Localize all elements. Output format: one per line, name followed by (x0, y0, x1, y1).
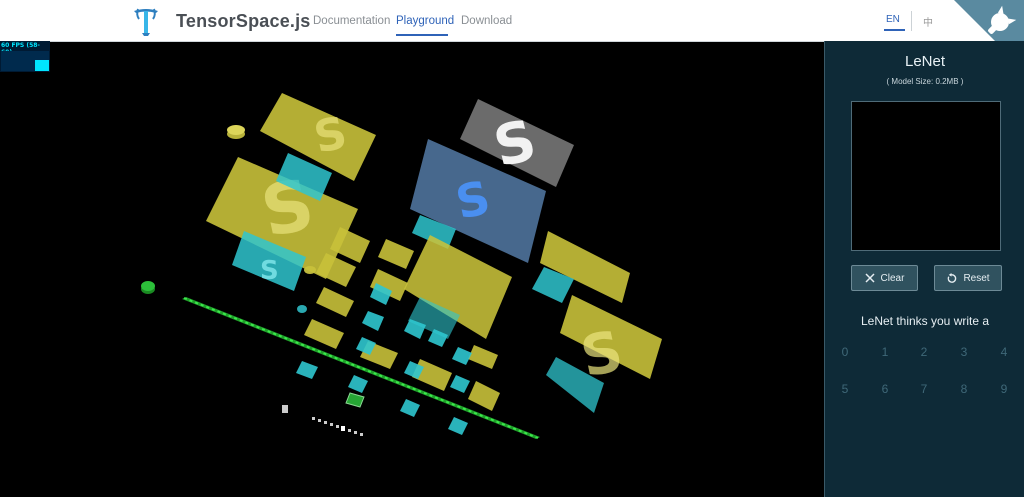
model-size: ( Model Size: 0.2MB ) (886, 77, 964, 86)
prediction-digit-3: 3 (960, 345, 968, 359)
prediction-digit-4: 4 (1000, 345, 1008, 359)
feature-map-conv1-right[interactable]: S (546, 295, 662, 413)
layer-cylinder[interactable] (141, 281, 155, 294)
prediction-digit-7: 7 (920, 382, 928, 396)
model-name: LeNet (904, 53, 946, 70)
reset-button[interactable]: Reset (934, 265, 1002, 291)
prediction-digit-9: 9 (1000, 382, 1008, 396)
prediction-digit-6: 6 (881, 382, 889, 396)
prediction-digit-2: 2 (920, 345, 928, 359)
nav-playground[interactable]: Playground (396, 15, 454, 27)
active-nav-underline (396, 34, 448, 36)
clear-button-label: Clear (880, 272, 905, 284)
prediction-digit-0: 0 (841, 345, 849, 359)
reset-icon (948, 272, 957, 283)
lang-en-underline (884, 29, 905, 31)
prediction-title: LeNet thinks you write a (860, 314, 990, 328)
control-panel: LeNet ( Model Size: 0.2MB ) Clear Reset … (824, 41, 1024, 497)
feature-map-conv1-right[interactable] (532, 231, 630, 303)
reset-button-label: Reset (963, 272, 990, 284)
layer-cylinder[interactable] (227, 125, 245, 139)
prediction-digit-8: 8 (960, 382, 968, 396)
feature-map-glyph: S (260, 256, 279, 286)
nav-documentation[interactable]: Documentation (313, 15, 390, 27)
layer-cylinder[interactable] (297, 305, 307, 313)
clear-button[interactable]: Clear (851, 265, 918, 291)
close-icon (865, 273, 875, 283)
prediction-digit-5: 5 (841, 382, 849, 396)
network-3d-visualization[interactable]: S S S S S S (0, 41, 824, 497)
brand-title[interactable]: TensorSpace.js (176, 11, 311, 32)
tensorspace-logo-icon[interactable] (130, 5, 162, 37)
lang-en[interactable]: EN (886, 14, 900, 25)
prediction-digit-1: 1 (881, 345, 889, 359)
lang-divider (911, 11, 912, 31)
output-neuron-dots[interactable] (282, 405, 363, 436)
lang-zh[interactable]: 中 (923, 14, 933, 29)
nav-download[interactable]: Download (461, 15, 512, 27)
top-navbar: TensorSpace.js Documentation Playground … (0, 0, 1024, 70)
drawing-canvas[interactable] (851, 101, 1001, 251)
